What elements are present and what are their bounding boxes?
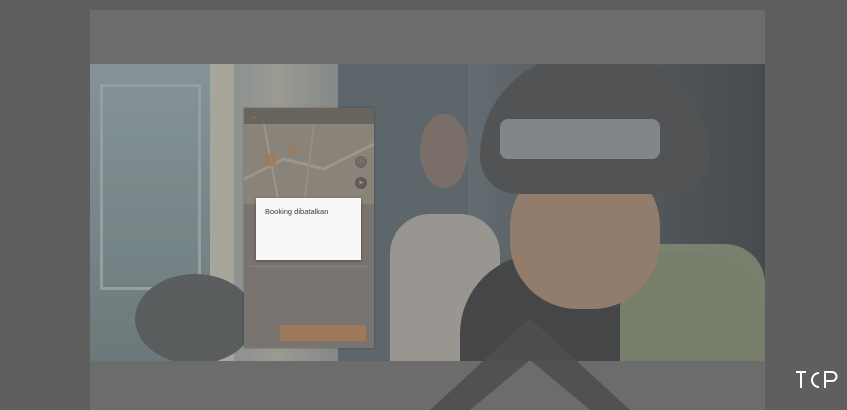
dialog-title: Booking dibatalkan [265,207,329,216]
scene-veil [90,64,765,361]
phone-app-bar: ← [244,108,374,124]
sheet-divider [250,266,368,267]
booking-cancelled-dialog: Booking dibatalkan [256,198,361,260]
locate-icon[interactable]: ☉ [355,156,367,168]
sheet-cta-button[interactable] [280,325,366,341]
tcp-logo-icon [796,371,838,388]
video-frame[interactable] [90,64,765,361]
navigation-icon[interactable]: ➤ [355,177,367,189]
phone-map: ☉ ➤ [244,124,374,204]
back-arrow-icon: ← [250,111,259,121]
